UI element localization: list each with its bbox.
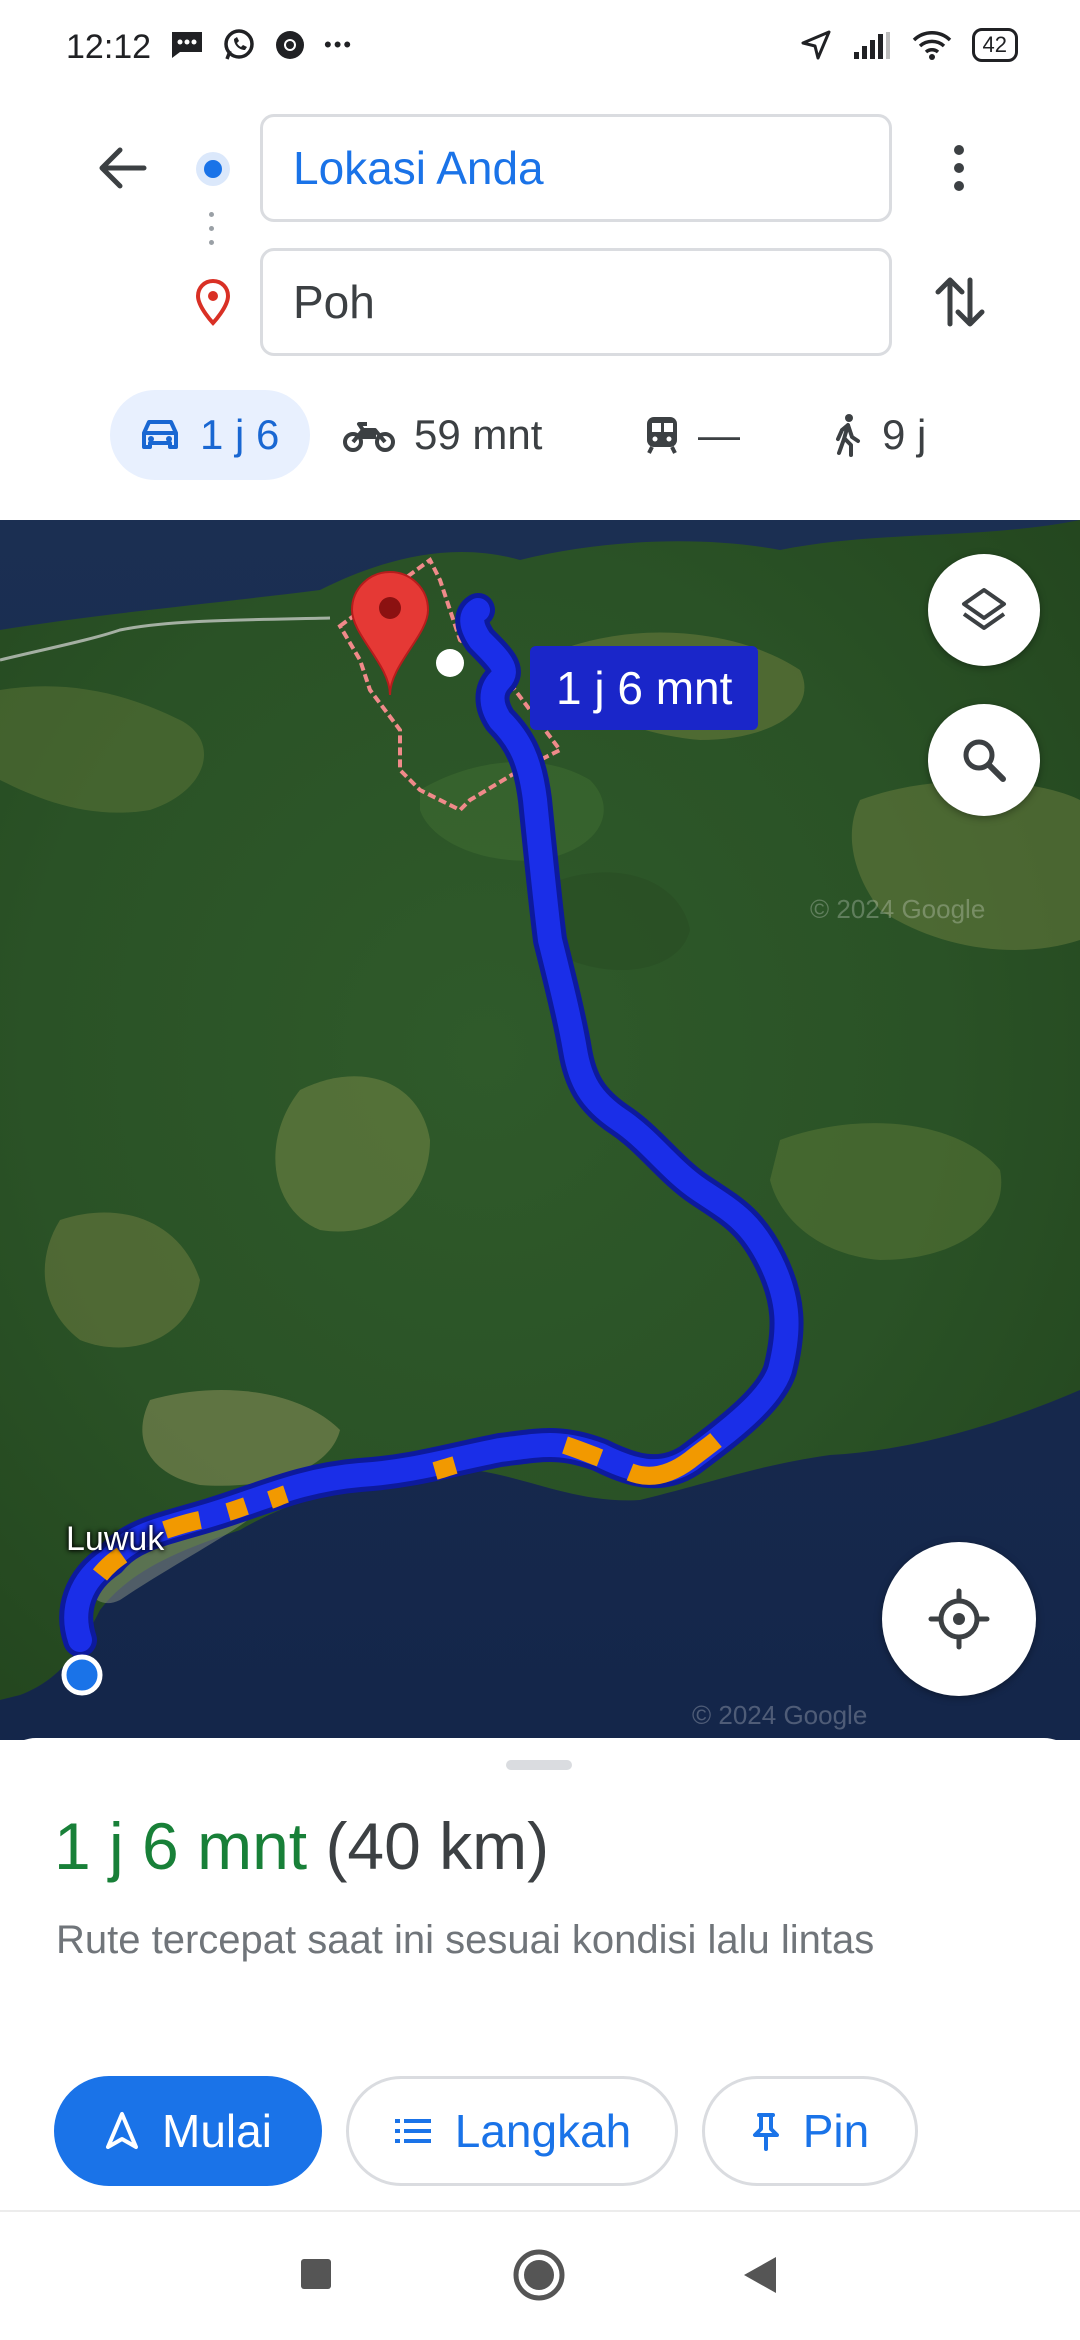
map-watermark: © 2024 Google bbox=[810, 894, 986, 924]
wifi-icon bbox=[912, 31, 951, 60]
origin-input[interactable]: Lokasi Anda bbox=[260, 114, 892, 222]
route-summary: 1 j 6 mnt (40 km) bbox=[54, 1808, 549, 1884]
status-time: 12:12 bbox=[66, 28, 152, 66]
map-view[interactable]: 1 j 6 mnt Luwuk © 2024 Google © 2024 Goo… bbox=[0, 520, 1080, 1740]
car-icon bbox=[142, 420, 178, 449]
tab-motorcycle[interactable]: 59 mnt bbox=[342, 390, 542, 480]
pin-button-label: Pin bbox=[802, 2105, 870, 2157]
route-connector-dots bbox=[208, 212, 216, 262]
search-along-route-button[interactable] bbox=[928, 704, 1040, 816]
map-watermark-2: © 2024 Google bbox=[692, 1700, 868, 1730]
crosshair-icon bbox=[928, 1588, 990, 1650]
motorcycle-icon bbox=[343, 422, 395, 452]
origin-dot-icon bbox=[196, 152, 230, 186]
more-options-icon[interactable] bbox=[944, 138, 974, 198]
walk-icon bbox=[836, 414, 860, 457]
start-button[interactable]: Mulai bbox=[54, 2076, 322, 2186]
steps-button-label: Langkah bbox=[454, 2105, 632, 2157]
list-icon bbox=[394, 2119, 431, 2143]
swap-icon[interactable] bbox=[930, 270, 990, 334]
start-button-label: Mulai bbox=[162, 2105, 272, 2157]
travel-mode-tabs: 1 j 6 59 mnt — 9 j bbox=[0, 390, 1080, 480]
battery-icon: 42 bbox=[971, 28, 1018, 62]
steps-button[interactable]: Langkah bbox=[346, 2076, 678, 2186]
chrome-icon bbox=[276, 31, 304, 59]
back-arrow-icon[interactable] bbox=[92, 138, 152, 198]
route-actions: Mulai Langkah Pin bbox=[54, 2076, 918, 2186]
system-icons: 42 bbox=[800, 28, 1018, 62]
layers-icon bbox=[962, 588, 1006, 630]
place-label-luwuk: Luwuk bbox=[66, 1520, 165, 1558]
destination-input[interactable]: Poh bbox=[260, 248, 892, 356]
my-location-button[interactable] bbox=[882, 1542, 1036, 1696]
message-icon bbox=[172, 32, 202, 58]
system-navigation-bar bbox=[0, 2210, 1080, 2340]
signal-icon bbox=[853, 32, 890, 59]
layers-button[interactable] bbox=[928, 554, 1040, 666]
tab-driving-label: 1 j 6 bbox=[200, 411, 280, 458]
search-icon bbox=[963, 739, 1006, 782]
back-nav-icon[interactable] bbox=[740, 2254, 780, 2296]
tab-motorcycle-label: 59 mnt bbox=[414, 411, 543, 458]
tab-walking[interactable]: 9 j bbox=[830, 390, 926, 480]
recent-apps-icon[interactable] bbox=[298, 2256, 334, 2292]
pin-button[interactable]: Pin bbox=[702, 2076, 918, 2186]
status-bar: 12:12 ••• 42 bbox=[0, 0, 1080, 100]
location-arrow-icon bbox=[801, 30, 831, 60]
destination-pin-icon bbox=[195, 278, 231, 326]
tab-transit-label: — bbox=[698, 411, 740, 458]
home-icon[interactable] bbox=[512, 2248, 566, 2302]
transit-icon bbox=[647, 417, 677, 454]
sheet-drag-handle[interactable] bbox=[506, 1760, 572, 1770]
pushpin-icon bbox=[752, 2113, 779, 2151]
whatsapp-icon bbox=[224, 29, 254, 60]
route-description: Rute tercepat saat ini sesuai kondisi la… bbox=[56, 1918, 875, 1962]
tab-walking-label: 9 j bbox=[882, 411, 927, 458]
route-duration: 1 j 6 mnt bbox=[54, 1809, 308, 1883]
route-duration-label[interactable]: 1 j 6 mnt bbox=[530, 646, 759, 730]
route-distance: (40 km) bbox=[325, 1809, 550, 1883]
more-dots-icon: ••• bbox=[324, 32, 354, 57]
tab-transit[interactable]: — bbox=[644, 390, 740, 480]
route-summary-sheet[interactable]: 1 j 6 mnt (40 km) Rute tercepat saat ini… bbox=[0, 1738, 1080, 2208]
tab-driving[interactable]: 1 j 6 bbox=[110, 390, 310, 480]
notification-icons: ••• bbox=[170, 28, 353, 62]
navigation-arrow-icon bbox=[106, 2112, 139, 2149]
